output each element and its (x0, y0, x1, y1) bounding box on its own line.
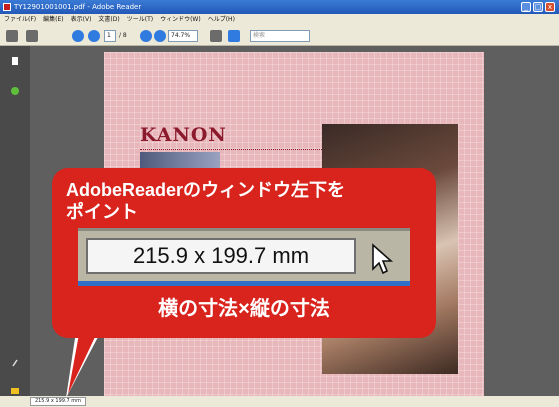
zoom-in-icon[interactable] (154, 30, 166, 42)
adobe-reader-app-icon (3, 3, 11, 11)
printer-icon[interactable] (6, 30, 18, 42)
previous-page-icon[interactable] (72, 30, 84, 42)
menu-edit[interactable]: 編集(E) (43, 14, 63, 26)
readout-accent-strip (78, 281, 410, 286)
mouse-cursor-icon (372, 243, 394, 275)
page-total-label: / 8 (119, 32, 127, 39)
attachment-icon[interactable] (10, 358, 20, 368)
page-number-input[interactable]: 1 (104, 30, 116, 42)
menu-bar: ファイル(F) 編集(E) 表示(V) 文書(D) ツール(T) ウィンドウ(W… (0, 14, 559, 26)
menu-file[interactable]: ファイル(F) (4, 14, 36, 26)
maximize-button[interactable]: □ (533, 2, 543, 12)
zoomed-status-readout: 215.9 x 199.7 mm (78, 228, 410, 286)
search-input[interactable]: 検索 (250, 30, 310, 42)
adobe-reader-window: TY12901001001.pdf - Adobe Reader _ □ x フ… (0, 0, 559, 407)
zoom-out-icon[interactable] (140, 30, 152, 42)
zoom-level-input[interactable]: 74.7% (168, 30, 198, 42)
annotation-callout: AdobeReaderのウィンドウ左下を ポイント 215.9 x 199.7 … (52, 168, 436, 338)
menu-tools[interactable]: ツール(T) (127, 14, 153, 26)
comments-icon[interactable] (10, 386, 20, 396)
window-title: TY12901001001.pdf - Adobe Reader (14, 3, 142, 11)
minimize-button[interactable]: _ (521, 2, 531, 12)
menu-window[interactable]: ウィンドウ(W) (160, 14, 201, 26)
fit-page-icon[interactable] (210, 30, 222, 42)
next-page-icon[interactable] (88, 30, 100, 42)
pages-icon[interactable] (10, 56, 20, 66)
page-heading: KANON (140, 124, 227, 146)
heading-divider (140, 149, 326, 150)
callout-caption: 横の寸法×縦の寸法 (158, 298, 330, 320)
menu-help[interactable]: ヘルプ(H) (208, 14, 235, 26)
fit-width-icon[interactable] (228, 30, 240, 42)
zoomed-page-size-field: 215.9 x 199.7 mm (86, 238, 356, 274)
bookmark-icon[interactable] (10, 86, 20, 96)
close-button[interactable]: x (545, 2, 555, 12)
callout-line-2: ポイント (66, 202, 138, 222)
menu-view[interactable]: 表示(V) (71, 14, 92, 26)
navigation-panel (0, 46, 30, 407)
title-bar: TY12901001001.pdf - Adobe Reader _ □ x (0, 0, 559, 14)
window-controls: _ □ x (521, 2, 555, 12)
hand-tool-icon[interactable] (26, 30, 38, 42)
menu-document[interactable]: 文書(D) (98, 14, 119, 26)
toolbar: 1 / 8 74.7% 検索 (0, 26, 559, 46)
